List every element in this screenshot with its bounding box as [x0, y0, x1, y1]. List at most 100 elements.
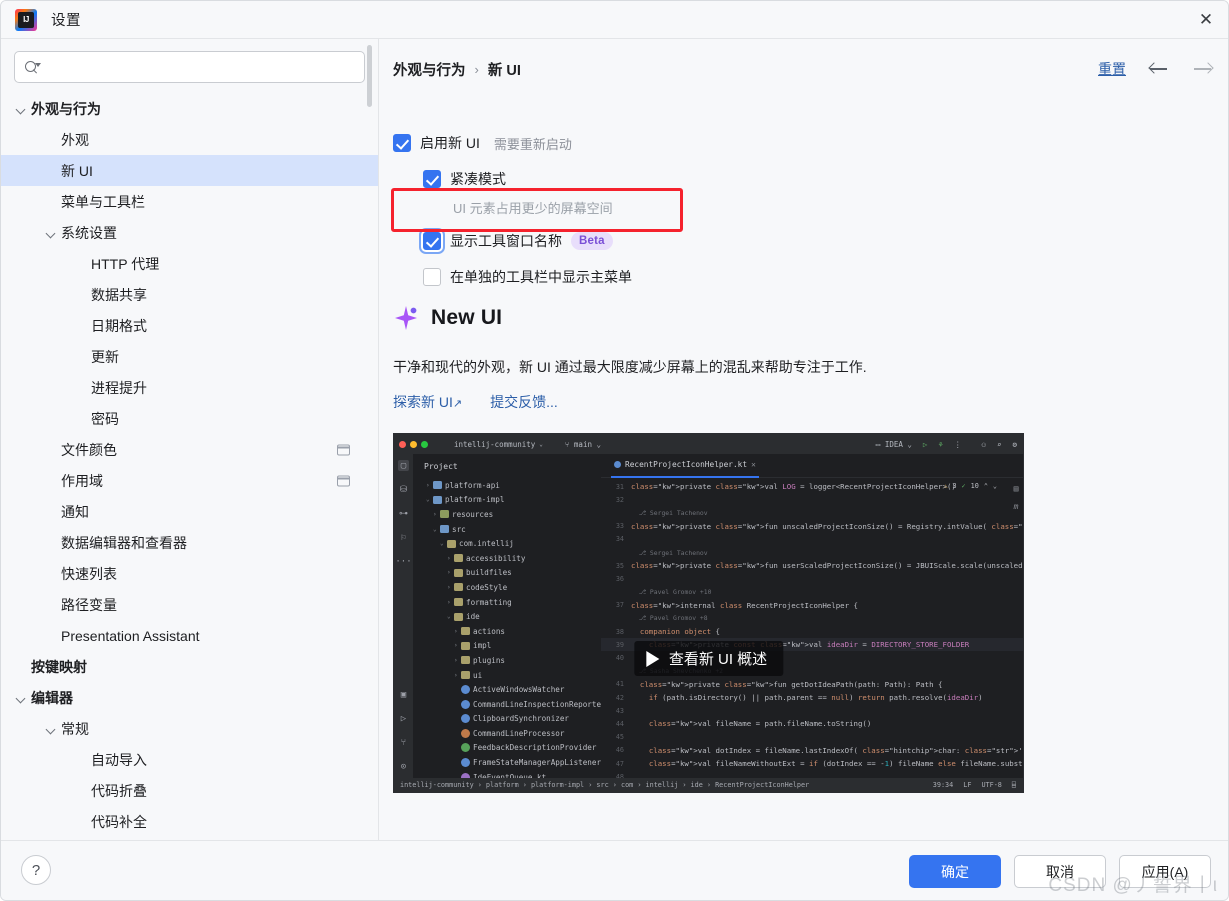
tree-expander-icon[interactable]: › — [454, 628, 461, 635]
tree-expander-icon[interactable]: ⌄ — [447, 613, 454, 620]
editor-code-area[interactable]: 31 class="kw">private class="kw">val LOG … — [601, 478, 1023, 792]
tree-expander-icon[interactable]: › — [426, 482, 433, 489]
option-compact-mode[interactable]: 紧凑模式 — [423, 169, 506, 189]
sidebar-item[interactable]: 代码补全 — [1, 806, 378, 837]
arrow-right-icon[interactable] — [1192, 60, 1214, 78]
git-tool-icon[interactable]: ⑂ — [398, 737, 409, 748]
more-icon[interactable]: ⋮ — [954, 440, 962, 449]
apply-button[interactable]: 应用(A) — [1119, 855, 1211, 888]
project-tree-node[interactable]: ⌄ ide — [419, 609, 601, 624]
arrow-left-icon[interactable] — [1148, 60, 1170, 78]
option-enable-new-ui[interactable]: 启用新 UI 需要重新启动 — [393, 133, 572, 153]
show-tool-window-names-checkbox[interactable] — [423, 232, 441, 250]
sidebar-item[interactable]: 快速列表 — [1, 558, 378, 589]
project-tree-node[interactable]: FeedbackDescriptionProvider — [419, 741, 601, 756]
sidebar-item[interactable]: 密码 — [1, 403, 378, 434]
project-tree-node[interactable]: › actions — [419, 624, 601, 639]
project-tool-icon[interactable]: ▢ — [398, 460, 409, 471]
more-tools-icon[interactable]: ··· — [395, 556, 411, 567]
run-icon[interactable]: ▷ — [923, 440, 928, 449]
vcs-tool-icon[interactable]: ⊶ — [398, 508, 409, 519]
project-tree-node[interactable]: › ui — [419, 668, 601, 683]
tree-expander-icon[interactable]: › — [447, 555, 454, 562]
account-icon[interactable]: ⚇ — [981, 440, 986, 449]
sidebar-item[interactable]: 编辑器 — [1, 682, 378, 713]
new-ui-video-thumbnail[interactable]: intellij-community ⌄ ⑂ main ⌄ ▭ IDEA ⌄ ▷… — [393, 433, 1024, 793]
tree-expander-icon[interactable]: › — [454, 672, 461, 679]
notifications-icon[interactable]: ▤ — [1014, 484, 1019, 493]
sidebar-item[interactable]: 数据共享 — [1, 279, 378, 310]
project-tree-node[interactable]: › buildfiles — [419, 566, 601, 581]
enable-new-ui-checkbox[interactable] — [393, 134, 411, 152]
sidebar-item[interactable]: 路径变量 — [1, 589, 378, 620]
explore-new-ui-link[interactable]: 探索新 UI↗ — [393, 392, 462, 412]
sidebar-item[interactable]: 数据编辑器和查看器 — [1, 527, 378, 558]
tree-expander-icon[interactable]: › — [447, 569, 454, 576]
line-ending[interactable]: LF — [963, 781, 971, 789]
sidebar-item[interactable]: 外观 — [1, 124, 378, 155]
project-tree-node[interactable]: › accessibility — [419, 551, 601, 566]
project-tree-node[interactable]: CommandLineInspectionReporter — [419, 697, 601, 712]
project-tree-node[interactable]: IdeEventQueue.kt — [419, 770, 601, 778]
project-tree-node[interactable]: ⌄ src — [419, 522, 601, 537]
sidebar-item[interactable]: 菜单与工具栏 — [1, 186, 378, 217]
problems-tool-icon[interactable]: ⊙ — [398, 761, 409, 772]
sidebar-item[interactable]: HTTP 代理 — [1, 248, 378, 279]
main-menu-separate-toolbar-checkbox[interactable] — [423, 268, 441, 286]
project-tree-node[interactable]: ⌄ com.intellij — [419, 536, 601, 551]
tree-expander-icon[interactable]: › — [447, 584, 454, 591]
project-tree-node[interactable]: FrameStateManagerAppListener — [419, 755, 601, 770]
sidebar-item[interactable]: 文件颜色 — [1, 434, 378, 465]
breadcrumb-parent[interactable]: 外观与行为 — [393, 59, 466, 80]
sidebar-item[interactable]: 常规 — [1, 713, 378, 744]
file-encoding[interactable]: UTF-8 — [981, 781, 1001, 789]
option-show-tool-window-names[interactable]: 显示工具窗口名称 Beta — [423, 231, 613, 251]
option-main-menu-separate-toolbar[interactable]: 在单独的工具栏中显示主菜单 — [423, 267, 632, 287]
project-tree-node[interactable]: CommandLineProcessor — [419, 726, 601, 741]
debug-icon[interactable]: ⚘ — [938, 440, 943, 449]
submit-feedback-link[interactable]: 提交反馈... — [490, 392, 558, 412]
project-tree-node[interactable]: › formatting — [419, 595, 601, 610]
bookmarks-tool-icon[interactable]: ⚐ — [398, 532, 409, 543]
tree-expander-icon[interactable]: › — [447, 599, 454, 606]
search-input[interactable] — [44, 59, 356, 75]
terminal-tool-icon[interactable]: ▣ — [398, 689, 409, 700]
lock-icon[interactable]: ⌸ — [1012, 781, 1016, 789]
play-video-button[interactable]: 查看新 UI 概述 — [633, 641, 784, 676]
project-tree-node[interactable]: › codeStyle — [419, 580, 601, 595]
editor-tab[interactable]: RecentProjectIconHelper.kt ✕ — [611, 454, 759, 478]
tree-expander-icon[interactable]: › — [433, 511, 440, 518]
sidebar-item[interactable]: 日期格式 — [1, 310, 378, 341]
project-tree-node[interactable]: ActiveWindowsWatcher — [419, 682, 601, 697]
tree-expander-icon[interactable]: ⌄ — [433, 526, 440, 533]
sidebar-item[interactable]: 系统设置 — [1, 217, 378, 248]
sidebar-scrollbar[interactable] — [365, 43, 374, 109]
project-tree-node[interactable]: ⌄ platform-impl — [419, 493, 601, 508]
sidebar-item[interactable]: 代码折叠 — [1, 775, 378, 806]
project-tree-node[interactable]: › impl — [419, 639, 601, 654]
sidebar-item[interactable]: 更新 — [1, 341, 378, 372]
reset-link[interactable]: 重置 — [1098, 59, 1126, 79]
caret-position[interactable]: 39:34 — [933, 781, 953, 789]
project-tree-node[interactable]: › plugins — [419, 653, 601, 668]
sidebar-item[interactable]: 按键映射 — [1, 651, 378, 682]
run-config-chip[interactable]: ▭ IDEA ⌄ — [876, 440, 912, 449]
tree-expander-icon[interactable]: ⌄ — [440, 540, 447, 547]
sidebar-item[interactable]: 自动导入 — [1, 744, 378, 775]
chevron-down-icon[interactable] — [13, 690, 29, 706]
commit-tool-icon[interactable]: ⛁ — [398, 484, 409, 495]
search-box[interactable] — [14, 51, 365, 83]
run-tool-icon[interactable]: ▷ — [398, 713, 409, 724]
project-tree-node[interactable]: › resources — [419, 507, 601, 522]
sidebar-item[interactable]: 外观与行为 — [1, 93, 378, 124]
help-button[interactable]: ? — [21, 855, 51, 885]
compact-mode-checkbox[interactable] — [423, 170, 441, 188]
cancel-button[interactable]: 取消 — [1014, 855, 1106, 888]
ai-assistant-icon[interactable]: m — [1014, 502, 1019, 511]
chevron-down-icon[interactable] — [13, 101, 29, 117]
tree-expander-icon[interactable]: ⌄ — [426, 496, 433, 503]
chevron-down-icon[interactable] — [43, 225, 59, 241]
search-icon[interactable]: ⌕ — [997, 440, 1002, 449]
project-tree-node[interactable]: ClipboardSynchronizer — [419, 712, 601, 727]
sidebar-item[interactable]: 新 UI — [1, 155, 378, 186]
